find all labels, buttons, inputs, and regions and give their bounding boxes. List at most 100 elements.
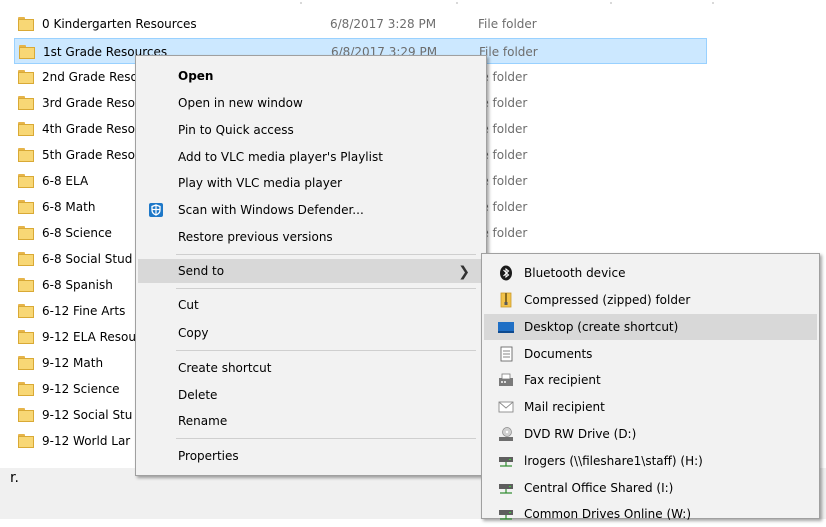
file-row[interactable]: 0 Kindergarten Resources 6/8/2017 3:28 P… bbox=[14, 11, 707, 37]
windows-defender-icon bbox=[149, 203, 163, 217]
menu-item-label: Open in new window bbox=[178, 96, 303, 110]
menu-item-label: Restore previous versions bbox=[178, 230, 333, 244]
context-menu: Open Open in new window Pin to Quick acc… bbox=[135, 55, 487, 476]
menu-item-cut[interactable]: Cut bbox=[138, 293, 484, 317]
file-name: 6-8 Science bbox=[42, 226, 112, 240]
menu-item-label: Delete bbox=[178, 388, 218, 402]
send-to-central-office[interactable]: Central Office Shared (I:) bbox=[484, 475, 817, 501]
menu-item-label: Play with VLC media player bbox=[178, 176, 343, 190]
send-to-documents[interactable]: Documents bbox=[484, 341, 817, 367]
status-text-fragment: r. bbox=[10, 470, 19, 486]
documents-icon bbox=[500, 346, 513, 362]
menu-item-label: Cut bbox=[178, 298, 199, 312]
file-name: 2nd Grade Reso bbox=[42, 70, 138, 84]
menu-item-label: Copy bbox=[178, 326, 209, 340]
file-name: 6-8 Social Stud bbox=[42, 252, 133, 266]
folder-icon bbox=[19, 45, 35, 59]
folder-icon bbox=[18, 304, 34, 318]
menu-item-send-to[interactable]: Send to ❯ bbox=[138, 259, 484, 283]
menu-item-label: Pin to Quick access bbox=[178, 123, 294, 137]
submenu-item-label: Bluetooth device bbox=[524, 266, 626, 280]
menu-item-label: Create shortcut bbox=[178, 361, 272, 375]
folder-icon bbox=[18, 278, 34, 292]
file-name: 3rd Grade Reso bbox=[42, 96, 135, 110]
send-to-lrogers-drive[interactable]: lrogers (\\fileshare1\staff) (H:) bbox=[484, 448, 817, 474]
submenu-item-label: Desktop (create shortcut) bbox=[524, 320, 679, 334]
submenu-item-label: Mail recipient bbox=[524, 400, 605, 414]
menu-item-label: Send to bbox=[178, 264, 225, 278]
menu-item-play-vlc[interactable]: Play with VLC media player bbox=[138, 171, 484, 195]
folder-icon bbox=[18, 330, 34, 344]
file-type: File folder bbox=[479, 45, 538, 59]
submenu-item-label: lrogers (\\fileshare1\staff) (H:) bbox=[524, 454, 703, 468]
menu-item-label: Add to VLC media player's Playlist bbox=[178, 150, 383, 164]
folder-icon bbox=[18, 252, 34, 266]
send-to-desktop[interactable]: Desktop (create shortcut) bbox=[484, 314, 817, 340]
folder-icon bbox=[18, 382, 34, 396]
network-drive-icon bbox=[499, 484, 513, 494]
folder-icon bbox=[18, 17, 34, 31]
file-name: 9-12 Science bbox=[42, 382, 120, 396]
folder-icon bbox=[18, 200, 34, 214]
file-name: 6-8 Spanish bbox=[42, 278, 113, 292]
file-name: 6-8 Math bbox=[42, 200, 96, 214]
menu-item-rename[interactable]: Rename bbox=[138, 409, 484, 433]
file-name: 4th Grade Reso bbox=[42, 122, 135, 136]
menu-item-add-vlc-playlist[interactable]: Add to VLC media player's Playlist bbox=[138, 145, 484, 169]
menu-item-restore-versions[interactable]: Restore previous versions bbox=[138, 225, 484, 249]
submenu-item-label: Documents bbox=[524, 347, 593, 361]
send-to-zip[interactable]: Compressed (zipped) folder bbox=[484, 287, 817, 313]
send-to-dvd[interactable]: DVD RW Drive (D:) bbox=[484, 421, 817, 447]
submenu-arrow-icon: ❯ bbox=[458, 264, 470, 280]
send-to-mail[interactable]: Mail recipient bbox=[484, 394, 817, 420]
network-drive-icon bbox=[499, 510, 513, 520]
folder-icon bbox=[18, 70, 34, 84]
menu-item-label: Rename bbox=[178, 414, 228, 428]
folder-icon bbox=[18, 148, 34, 162]
menu-separator bbox=[176, 288, 476, 289]
menu-item-delete[interactable]: Delete bbox=[138, 383, 484, 407]
submenu-item-label: DVD RW Drive (D:) bbox=[524, 427, 637, 441]
folder-icon bbox=[18, 96, 34, 110]
folder-icon bbox=[18, 408, 34, 422]
fax-icon bbox=[499, 373, 513, 386]
file-name: 9-12 World Lar bbox=[42, 434, 131, 448]
file-name: 6-8 ELA bbox=[42, 174, 89, 188]
menu-item-scan-defender[interactable]: Scan with Windows Defender... bbox=[138, 198, 484, 222]
menu-item-copy[interactable]: Copy bbox=[138, 321, 484, 345]
folder-icon bbox=[18, 226, 34, 240]
file-name: 6-12 Fine Arts bbox=[42, 304, 126, 318]
zip-folder-icon bbox=[500, 292, 512, 308]
file-name: 9-12 Math bbox=[42, 356, 104, 370]
menu-item-open[interactable]: Open bbox=[138, 64, 484, 88]
bluetooth-icon bbox=[500, 265, 512, 281]
column-header-dots bbox=[0, 0, 826, 6]
menu-item-label: Open bbox=[178, 69, 214, 83]
send-to-bluetooth[interactable]: Bluetooth device bbox=[484, 260, 817, 286]
folder-icon bbox=[18, 356, 34, 370]
file-type: File folder bbox=[478, 17, 537, 31]
file-date: 6/8/2017 3:28 PM bbox=[330, 17, 437, 31]
send-to-fax[interactable]: Fax recipient bbox=[484, 367, 817, 393]
file-name: 9-12 ELA Resou bbox=[42, 330, 136, 344]
menu-item-properties[interactable]: Properties bbox=[138, 444, 484, 468]
menu-item-create-shortcut[interactable]: Create shortcut bbox=[138, 356, 484, 380]
folder-icon bbox=[18, 434, 34, 448]
desktop-icon bbox=[498, 322, 514, 333]
send-to-common-drives[interactable]: Common Drives Online (W:) bbox=[484, 501, 817, 527]
menu-separator bbox=[176, 350, 476, 351]
menu-item-label: Scan with Windows Defender... bbox=[178, 203, 364, 217]
menu-item-label: Properties bbox=[178, 449, 239, 463]
menu-separator bbox=[176, 438, 476, 439]
submenu-item-label: Compressed (zipped) folder bbox=[524, 293, 691, 307]
network-drive-icon bbox=[499, 457, 513, 467]
dvd-drive-icon bbox=[499, 427, 513, 441]
file-name: 9-12 Social Stu bbox=[42, 408, 133, 422]
file-name: 5th Grade Reso bbox=[42, 148, 135, 162]
file-name: 0 Kindergarten Resources bbox=[42, 17, 197, 31]
menu-item-open-new-window[interactable]: Open in new window bbox=[138, 91, 484, 115]
menu-separator bbox=[176, 254, 476, 255]
send-to-submenu: Bluetooth device Compressed (zipped) fol… bbox=[481, 253, 820, 521]
submenu-item-label: Central Office Shared (I:) bbox=[524, 481, 674, 495]
menu-item-pin-quick-access[interactable]: Pin to Quick access bbox=[138, 118, 484, 142]
